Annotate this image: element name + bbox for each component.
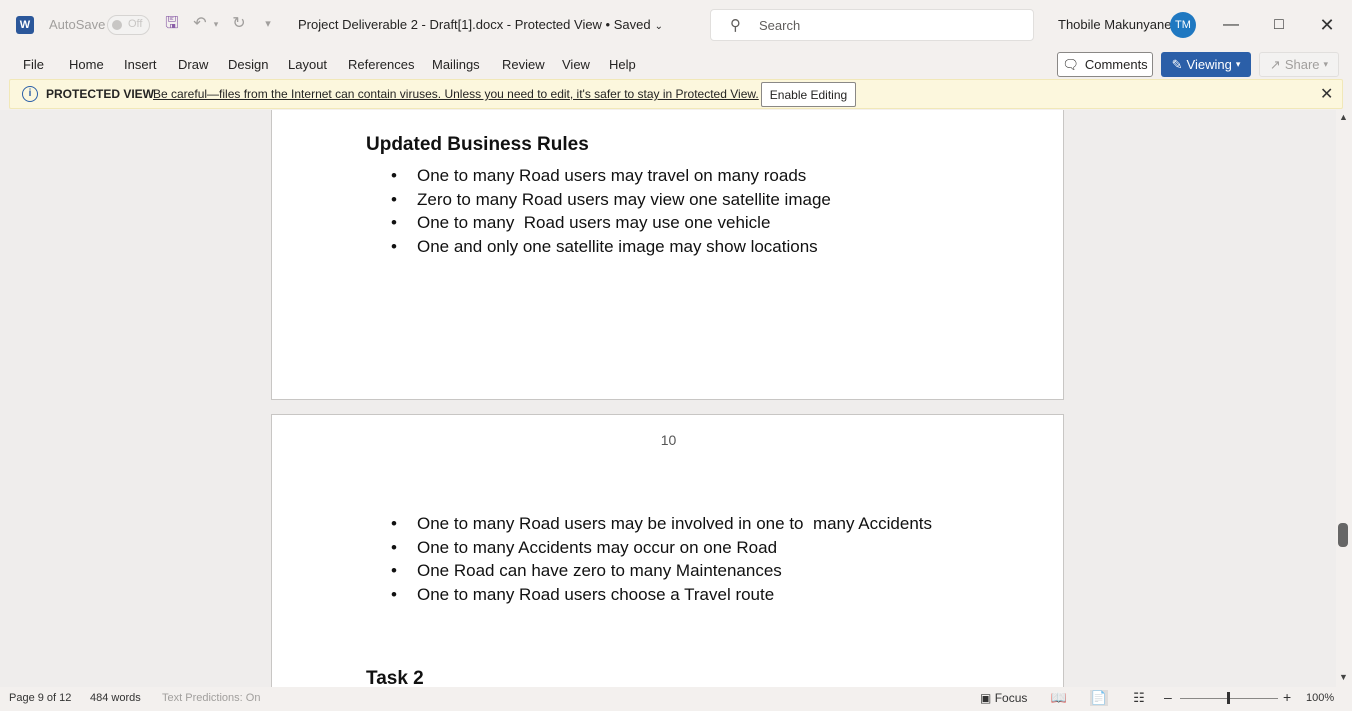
tab-references[interactable]: References	[348, 57, 414, 72]
comments-button[interactable]: 🗨 Comments	[1057, 52, 1153, 77]
redo-icon[interactable]: ↻	[229, 14, 249, 34]
pen-icon: ✎	[1171, 56, 1183, 72]
document-page: 10 One to many Road users may be involve…	[271, 414, 1064, 687]
section-heading: Updated Business Rules	[366, 134, 589, 155]
list-item: One to many Accidents may occur on one R…	[369, 536, 932, 560]
viewing-label: Viewing	[1186, 57, 1232, 72]
chevron-down-icon: ▾	[1323, 59, 1329, 69]
document-page: Updated Business Rules One to many Road …	[271, 110, 1064, 400]
tab-file[interactable]: File	[23, 57, 44, 72]
status-bar: Page 9 of 12 484 words Text Predictions:…	[0, 687, 1352, 711]
chevron-down-icon: ⌄	[654, 21, 663, 32]
zoom-out-icon[interactable]: –	[1164, 689, 1172, 705]
document-title-text: Project Deliverable 2 - Draft[1].docx - …	[298, 17, 651, 32]
print-layout-icon[interactable]: 📄	[1090, 690, 1108, 706]
chevron-down-icon: ▾	[1235, 59, 1241, 69]
list-item: One to many Road users may travel on man…	[369, 164, 831, 188]
list-item: Zero to many Road users may view one sat…	[369, 188, 831, 212]
maximize-icon[interactable]: □	[1266, 12, 1292, 38]
close-icon[interactable]: ✕	[1314, 12, 1340, 38]
bullet-list: One to many Road users may travel on man…	[369, 164, 831, 258]
list-item: One to many Road users choose a Travel r…	[369, 583, 932, 607]
save-icon[interactable]: 🖫	[162, 14, 182, 34]
comments-label: Comments	[1084, 57, 1148, 72]
search-icon: ⚲	[730, 17, 741, 34]
minimize-icon[interactable]: —	[1218, 12, 1244, 38]
word-count[interactable]: 484 words	[90, 692, 141, 704]
search-placeholder: Search	[759, 18, 801, 33]
undo-dropdown-icon[interactable]: ▾	[211, 14, 221, 34]
document-title[interactable]: Project Deliverable 2 - Draft[1].docx - …	[298, 17, 663, 32]
zoom-level[interactable]: 100%	[1306, 692, 1334, 704]
title-bar: W AutoSave Off 🖫 ↶ ▾ ↻ ▾ Project Deliver…	[0, 0, 1352, 50]
web-layout-icon[interactable]: ☷	[1130, 690, 1148, 706]
bullet-list: One to many Road users may be involved i…	[369, 512, 932, 606]
share-label: Share	[1284, 57, 1320, 72]
viewing-mode-button[interactable]: ✎ Viewing ▾	[1161, 52, 1251, 77]
avatar[interactable]: TM	[1170, 12, 1196, 38]
tab-draw[interactable]: Draw	[178, 57, 208, 72]
tab-mailings[interactable]: Mailings	[432, 57, 480, 72]
enable-editing-button[interactable]: Enable Editing	[761, 82, 856, 107]
list-item: One to many Road users may be involved i…	[369, 512, 932, 536]
focus-icon: ▣	[980, 691, 992, 705]
page-indicator[interactable]: Page 9 of 12	[9, 692, 71, 704]
share-button[interactable]: ↗ Share ▾	[1259, 52, 1339, 77]
scroll-up-icon[interactable]: ▲	[1339, 112, 1348, 122]
word-logo-icon: W	[16, 16, 34, 34]
autosave-state: Off	[128, 18, 143, 30]
text-predictions-status[interactable]: Text Predictions: On	[162, 692, 260, 704]
tab-home[interactable]: Home	[69, 57, 104, 72]
info-icon: i	[22, 86, 38, 102]
scroll-down-icon[interactable]: ▼	[1339, 672, 1348, 682]
protected-view-bar: i PROTECTED VIEW Be careful—files from t…	[9, 79, 1343, 109]
search-box[interactable]: ⚲ Search	[710, 9, 1034, 41]
close-icon[interactable]: ✕	[1320, 84, 1333, 104]
read-mode-icon[interactable]: 📖	[1050, 690, 1068, 706]
section-heading: Task 2	[366, 668, 424, 687]
zoom-slider-thumb[interactable]	[1227, 692, 1230, 704]
undo-icon[interactable]: ↶	[190, 14, 210, 34]
customize-qat-icon[interactable]: ▾	[258, 14, 278, 34]
tab-review[interactable]: Review	[502, 57, 545, 72]
focus-button[interactable]: ▣ Focus	[980, 691, 1027, 705]
scroll-thumb[interactable]	[1338, 523, 1348, 547]
autosave-label: AutoSave	[49, 17, 106, 32]
list-item: One to many Road users may use one vehic…	[369, 211, 831, 235]
tab-view[interactable]: View	[562, 57, 590, 72]
protected-view-message[interactable]: Be careful—files from the Internet can c…	[153, 87, 759, 101]
toggle-knob	[112, 20, 122, 30]
share-icon: ↗	[1269, 56, 1281, 72]
list-item: One and only one satellite image may sho…	[369, 235, 831, 259]
autosave-toggle[interactable]: Off	[107, 15, 150, 35]
zoom-in-icon[interactable]: +	[1283, 689, 1291, 705]
list-item: One Road can have zero to many Maintenan…	[369, 559, 932, 583]
tab-help[interactable]: Help	[609, 57, 636, 72]
tab-design[interactable]: Design	[228, 57, 268, 72]
user-name[interactable]: Thobile Makunyane	[1058, 17, 1171, 32]
page-number: 10	[660, 432, 677, 448]
tab-layout[interactable]: Layout	[288, 57, 327, 72]
comment-icon: 🗨	[1062, 56, 1079, 72]
document-canvas[interactable]: Updated Business Rules One to many Road …	[0, 110, 1336, 687]
protected-view-title: PROTECTED VIEW	[46, 87, 155, 101]
focus-label: Focus	[994, 691, 1028, 705]
tab-insert[interactable]: Insert	[124, 57, 157, 72]
vertical-scrollbar[interactable]: ▲ ▼	[1336, 110, 1352, 687]
